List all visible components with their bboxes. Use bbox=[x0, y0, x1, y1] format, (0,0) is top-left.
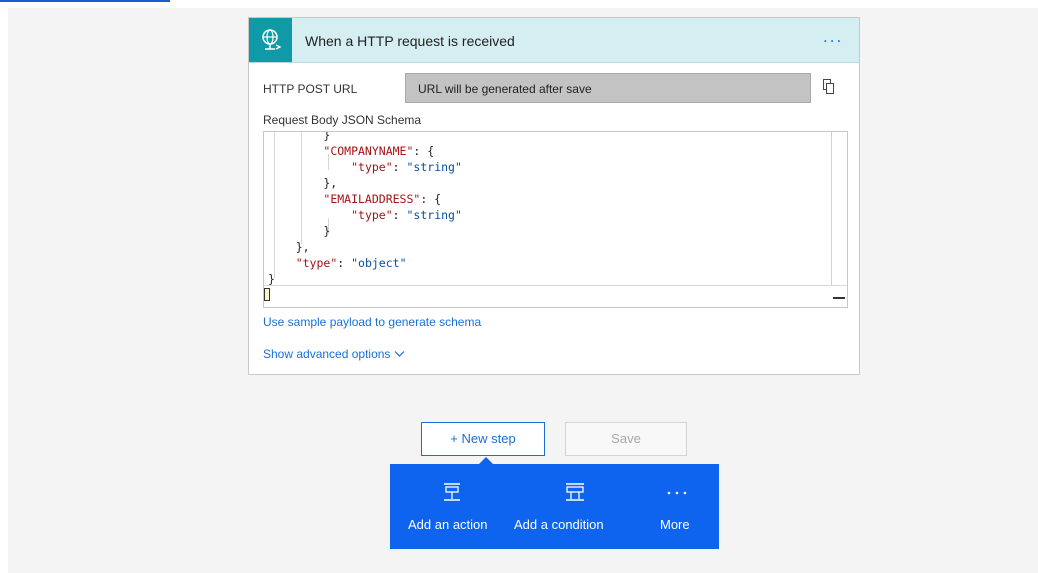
add-action-button[interactable]: Add an action bbox=[400, 464, 504, 549]
copy-icon[interactable] bbox=[821, 78, 837, 96]
text-cursor bbox=[264, 288, 270, 301]
code-line: }, bbox=[268, 176, 338, 190]
code-line: "EMAILADDRESS": { bbox=[323, 192, 442, 206]
use-sample-payload-link[interactable]: Use sample payload to generate schema bbox=[263, 315, 481, 329]
more-label: More bbox=[660, 517, 690, 532]
editor-scrollbar-track[interactable] bbox=[831, 132, 832, 285]
save-button: Save bbox=[565, 422, 687, 456]
json-schema-editor[interactable]: } "COMPANYNAME": { "type": "string" }, "… bbox=[263, 131, 848, 308]
chevron-down-icon bbox=[394, 347, 405, 361]
editor-divider bbox=[264, 285, 847, 286]
show-advanced-options-label: Show advanced options bbox=[263, 347, 391, 361]
trigger-menu-button[interactable]: ... bbox=[823, 27, 843, 47]
code-line: } bbox=[268, 131, 331, 142]
new-step-button[interactable]: + New step bbox=[421, 422, 545, 456]
more-ellipsis-icon bbox=[666, 484, 688, 502]
new-step-flyout: Add an action Add a condition More bbox=[390, 464, 719, 549]
http-post-url-field: URL will be generated after save bbox=[405, 73, 811, 103]
json-schema-code: } "COMPANYNAME": { "type": "string" }, "… bbox=[268, 131, 462, 287]
http-request-globe-icon bbox=[249, 18, 292, 62]
top-link-underline[interactable] bbox=[0, 0, 170, 2]
code-line: "type": "object" bbox=[295, 256, 407, 270]
code-line: "type": "string" bbox=[351, 160, 462, 174]
request-schema-label: Request Body JSON Schema bbox=[263, 113, 422, 127]
minimize-icon[interactable] bbox=[833, 297, 845, 299]
code-line: }, bbox=[268, 240, 310, 254]
trigger-title: When a HTTP request is received bbox=[305, 33, 515, 49]
code-line: "type": "string" bbox=[351, 208, 462, 222]
more-button[interactable]: More bbox=[648, 464, 708, 549]
trigger-card-header[interactable]: When a HTTP request is received ... bbox=[249, 18, 859, 63]
add-condition-icon bbox=[564, 482, 586, 507]
code-line: "COMPANYNAME": { bbox=[323, 144, 435, 158]
code-line: } bbox=[268, 224, 331, 238]
show-advanced-options-link[interactable]: Show advanced options bbox=[263, 347, 405, 361]
add-condition-label: Add a condition bbox=[514, 517, 604, 532]
http-post-url-label: HTTP POST URL bbox=[263, 82, 358, 96]
add-action-label: Add an action bbox=[408, 517, 488, 532]
add-condition-button[interactable]: Add a condition bbox=[514, 464, 636, 549]
add-action-icon bbox=[442, 482, 462, 507]
trigger-card: When a HTTP request is received ... HTTP… bbox=[248, 17, 860, 375]
